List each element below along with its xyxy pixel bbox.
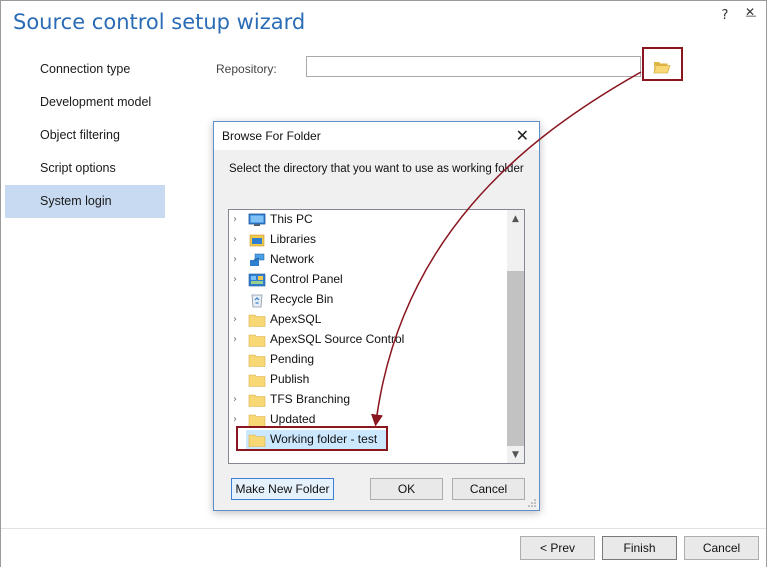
tree-item-network[interactable]: › Network bbox=[229, 250, 509, 270]
tree-item-label: ApexSQL bbox=[270, 312, 322, 326]
dialog-close-button[interactable]: ✕ bbox=[516, 126, 529, 145]
chevron-right-icon[interactable]: › bbox=[233, 335, 241, 345]
tree-item-label: Updated bbox=[270, 412, 316, 426]
tree-item-apexsql[interactable]: › ApexSQL bbox=[229, 310, 509, 330]
tree-item-label: Publish bbox=[270, 372, 310, 386]
tree-item-label: Recycle Bin bbox=[270, 292, 334, 306]
tree-item-label: Pending bbox=[270, 352, 315, 366]
scrollbar-thumb[interactable] bbox=[507, 271, 524, 446]
chevron-right-icon[interactable]: › bbox=[233, 315, 241, 325]
cancel-button[interactable]: Cancel bbox=[684, 536, 759, 560]
tree-item-label: Control Panel bbox=[270, 272, 343, 286]
tree-item-label: Libraries bbox=[270, 232, 317, 246]
dialog-title: Browse For Folder bbox=[222, 129, 321, 143]
selected-folder-callout bbox=[236, 426, 388, 451]
nav-item-object-filtering[interactable]: Object filtering bbox=[5, 119, 165, 152]
tree-item-label: This PC bbox=[270, 212, 313, 226]
folder-icon bbox=[248, 334, 266, 347]
folder-icon bbox=[248, 374, 266, 387]
tree-item-recycle-bin[interactable]: Recycle Bin bbox=[229, 290, 509, 310]
ok-button[interactable]: OK bbox=[370, 478, 443, 500]
chevron-right-icon[interactable]: › bbox=[233, 415, 241, 425]
tree-item-apexsql-source-control[interactable]: › ApexSQL Source Control bbox=[229, 330, 509, 350]
scroll-down-arrow-icon[interactable]: ▼ bbox=[507, 446, 524, 463]
nav-item-script-options[interactable]: Script options bbox=[5, 152, 165, 185]
chevron-right-icon[interactable]: › bbox=[233, 235, 241, 245]
browse-button[interactable] bbox=[649, 55, 675, 78]
tree-item-this-pc[interactable]: › This PC bbox=[229, 210, 509, 230]
folder-icon bbox=[248, 394, 266, 407]
open-folder-icon bbox=[653, 61, 671, 73]
wizard-steps-nav: Connection type Development model Object… bbox=[5, 53, 165, 218]
help-button[interactable]: ? bbox=[717, 8, 733, 23]
chevron-right-icon[interactable]: › bbox=[233, 255, 241, 265]
tree-item-tfs-branching[interactable]: › TFS Branching bbox=[229, 390, 509, 410]
tree-item-pending[interactable]: Pending bbox=[229, 350, 509, 370]
chevron-right-icon[interactable]: › bbox=[233, 215, 241, 225]
prev-button[interactable]: < Prev bbox=[520, 536, 595, 560]
finish-button[interactable]: Finish bbox=[602, 536, 677, 560]
repository-label: Repository: bbox=[216, 62, 277, 76]
make-new-folder-button[interactable]: Make New Folder bbox=[231, 478, 334, 500]
resize-grip-icon[interactable] bbox=[528, 499, 536, 507]
chevron-right-icon[interactable]: › bbox=[233, 275, 241, 285]
window-title: Source control setup wizard bbox=[13, 10, 306, 34]
dialog-titlebar: Browse For Folder ✕ bbox=[214, 122, 539, 150]
computer-icon bbox=[248, 213, 266, 226]
dialog-description: Select the directory that you want to us… bbox=[229, 163, 524, 175]
scroll-up-arrow-icon[interactable]: ▲ bbox=[507, 210, 524, 227]
nav-item-system-login[interactable]: System login bbox=[5, 185, 165, 218]
tree-item-label: Network bbox=[270, 252, 315, 266]
libraries-icon bbox=[249, 234, 265, 247]
close-button[interactable]: ✕ bbox=[742, 5, 758, 19]
tree-scrollbar[interactable]: ▲ ▼ bbox=[507, 210, 524, 463]
folder-icon bbox=[248, 354, 266, 367]
footer-bar: < Prev Finish Cancel bbox=[1, 528, 766, 567]
folder-icon bbox=[248, 314, 266, 327]
network-icon bbox=[250, 253, 265, 266]
nav-item-connection-type[interactable]: Connection type bbox=[5, 53, 165, 86]
control-panel-icon bbox=[248, 273, 266, 287]
recycle-bin-icon bbox=[251, 294, 263, 308]
dialog-cancel-button[interactable]: Cancel bbox=[452, 478, 525, 500]
browse-folder-dialog: Browse For Folder ✕ Select the directory… bbox=[213, 121, 540, 511]
tree-item-publish[interactable]: Publish bbox=[229, 370, 509, 390]
chevron-right-icon[interactable]: › bbox=[233, 395, 241, 405]
nav-item-development-model[interactable]: Development model bbox=[5, 86, 165, 119]
tree-item-label: TFS Branching bbox=[270, 392, 351, 406]
repository-input[interactable] bbox=[306, 56, 641, 77]
tree-item-libraries[interactable]: › Libraries bbox=[229, 230, 509, 250]
tree-item-label: ApexSQL Source Control bbox=[270, 332, 405, 346]
tree-item-control-panel[interactable]: › Control Panel bbox=[229, 270, 509, 290]
